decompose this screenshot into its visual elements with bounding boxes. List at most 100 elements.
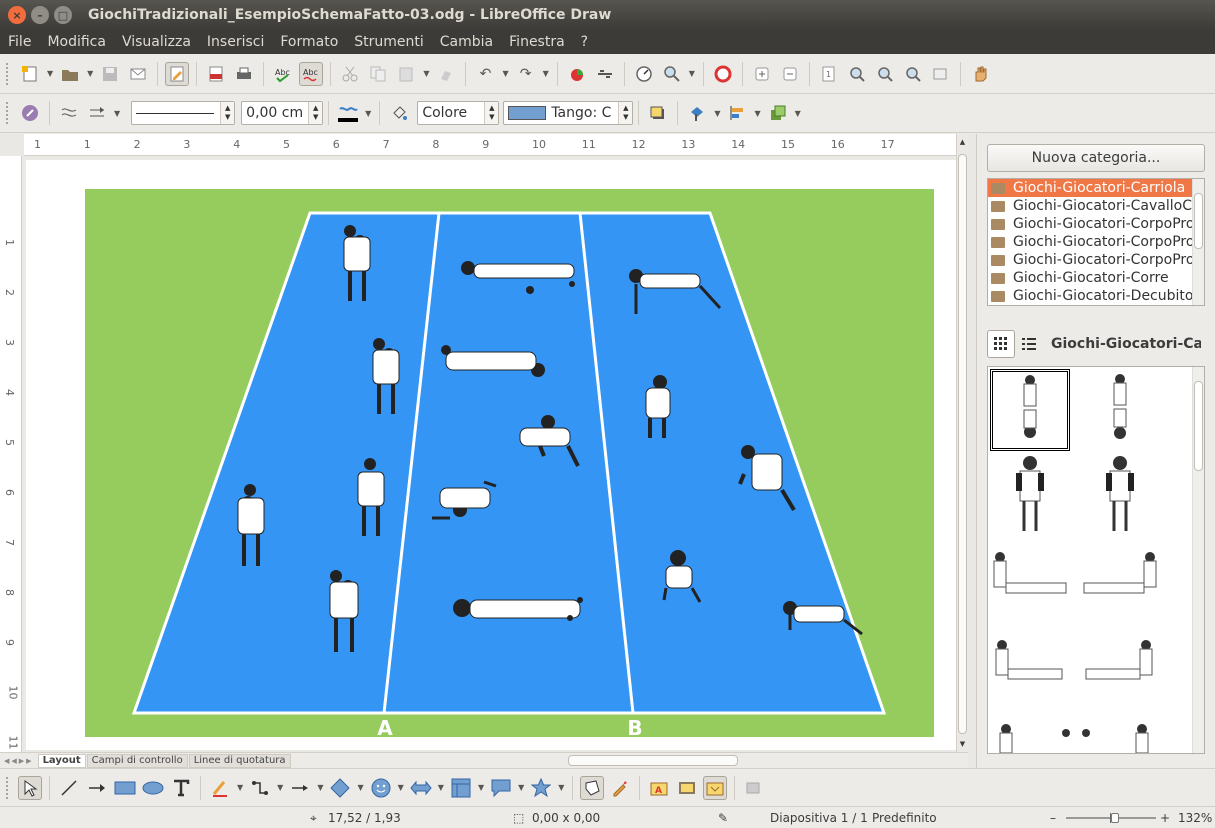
zoom-in-button[interactable]: + bbox=[1160, 811, 1170, 825]
zoom-out-icon[interactable] bbox=[778, 62, 802, 86]
transformations-icon[interactable] bbox=[685, 101, 709, 125]
gallery-item-wide[interactable] bbox=[990, 635, 1160, 717]
autospellcheck-icon[interactable]: Abc bbox=[299, 61, 324, 86]
gallery-item-wide[interactable] bbox=[990, 547, 1160, 629]
horizontal-scroll-thumb[interactable] bbox=[567, 754, 738, 766]
menu-formato[interactable]: Formato bbox=[272, 34, 346, 50]
edit-mode-icon[interactable] bbox=[165, 61, 190, 86]
tab-layout[interactable]: Layout bbox=[37, 753, 86, 768]
arrange-icon[interactable] bbox=[766, 101, 790, 125]
zoom-dropdown-arrow[interactable]: ▼ bbox=[689, 69, 695, 78]
document-modified-icon[interactable]: ✎ bbox=[718, 811, 728, 825]
drawing-canvas[interactable]: A B bbox=[24, 156, 956, 750]
menu-inserisci[interactable]: Inserisci bbox=[199, 34, 272, 50]
area-style-spinner[interactable]: ▲ ▼ bbox=[484, 102, 499, 124]
maximize-window-button[interactable]: □ bbox=[54, 6, 72, 24]
zoom-100-icon[interactable]: 1 bbox=[817, 62, 841, 86]
paste-dropdown-arrow[interactable]: ▼ bbox=[423, 69, 429, 78]
zoom-width-icon[interactable] bbox=[873, 62, 897, 86]
toggle-extrusion-icon[interactable] bbox=[703, 775, 728, 800]
extrusion-disabled-icon[interactable] bbox=[742, 776, 766, 800]
vertical-scrollbar[interactable]: ▲ ▼ bbox=[956, 134, 968, 754]
align-icon[interactable] bbox=[725, 101, 749, 125]
new-dropdown-arrow[interactable]: ▼ bbox=[47, 69, 53, 78]
category-item[interactable]: Giochi-Giocatori-DecubitoL bbox=[988, 287, 1204, 305]
category-item[interactable]: Giochi-Giocatori-CorpoPro bbox=[988, 233, 1204, 251]
gallery-item-selected[interactable] bbox=[990, 369, 1070, 451]
flowchart-dropdown[interactable]: ▼ bbox=[478, 783, 484, 792]
toolbar-grip[interactable] bbox=[6, 776, 10, 799]
line-tool-icon[interactable] bbox=[57, 776, 81, 800]
minimize-window-button[interactable]: – bbox=[31, 6, 49, 24]
flowchart-icon[interactable] bbox=[449, 776, 473, 800]
gallery-item[interactable] bbox=[990, 455, 1070, 537]
vertical-ruler[interactable]: 1 2 3 4 5 6 7 8 9 10 11 bbox=[0, 156, 22, 756]
arrow-style-icon[interactable] bbox=[85, 101, 109, 125]
undo-icon[interactable]: ↶ bbox=[473, 62, 497, 86]
court-drawing[interactable]: A B bbox=[26, 160, 956, 750]
open-dropdown-arrow[interactable]: ▼ bbox=[87, 69, 93, 78]
arrange-dropdown[interactable]: ▼ bbox=[795, 109, 801, 118]
menu-help[interactable]: ? bbox=[573, 34, 596, 50]
zoom-optimal-icon[interactable] bbox=[901, 62, 925, 86]
email-icon[interactable] bbox=[126, 62, 150, 86]
gallery-scrollbar[interactable] bbox=[1192, 367, 1204, 753]
horizontal-ruler[interactable]: 1 1 2 3 4 5 6 7 8 9 10 11 12 13 14 15 16 17 bbox=[24, 134, 968, 156]
text-tool-icon[interactable] bbox=[169, 776, 193, 800]
category-scroll-thumb[interactable] bbox=[1194, 193, 1203, 249]
line-color-dropdown[interactable]: ▼ bbox=[365, 109, 371, 118]
zoom-slider-knob[interactable] bbox=[1111, 813, 1120, 823]
line-width-spinner[interactable]: ▲ ▼ bbox=[308, 102, 323, 124]
chart-icon[interactable] bbox=[565, 62, 589, 86]
first-tab-arrow[interactable]: ◀ bbox=[4, 757, 9, 765]
basic-shapes-icon[interactable] bbox=[328, 776, 352, 800]
prev-tab-arrow[interactable]: ◀ bbox=[11, 757, 16, 765]
stars-icon[interactable] bbox=[529, 776, 553, 800]
close-window-button[interactable]: × bbox=[8, 6, 26, 24]
gallery-item[interactable] bbox=[1080, 369, 1160, 451]
area-style-select[interactable]: Colore ▲ ▼ bbox=[417, 101, 500, 125]
symbol-shapes-icon[interactable] bbox=[369, 776, 393, 800]
styles-icon[interactable] bbox=[18, 101, 42, 125]
area-color-select[interactable]: Tango: C ▲ ▼ bbox=[503, 101, 634, 125]
area-color-spinner[interactable]: ▲ ▼ bbox=[618, 102, 633, 124]
lines-arrows-dropdown[interactable]: ▼ bbox=[317, 783, 323, 792]
symbol-shapes-dropdown[interactable]: ▼ bbox=[398, 783, 404, 792]
zoom-out-button[interactable]: – bbox=[1050, 811, 1056, 825]
area-fill-icon[interactable] bbox=[387, 101, 411, 125]
help-icon[interactable] bbox=[711, 62, 735, 86]
line-width-field[interactable]: 0,00 cm ▲ ▼ bbox=[241, 101, 324, 125]
last-tab-arrow[interactable]: ▶ bbox=[26, 757, 31, 765]
category-list[interactable]: Giochi-Giocatori-Carriola Giochi-Giocato… bbox=[987, 178, 1205, 306]
icon-view-button[interactable] bbox=[987, 330, 1015, 358]
drawing-page[interactable]: A B bbox=[26, 160, 956, 750]
redo-dropdown-arrow[interactable]: ▼ bbox=[543, 69, 549, 78]
vertical-scroll-thumb[interactable] bbox=[958, 154, 967, 734]
new-category-button[interactable]: Nuova categoria... bbox=[987, 144, 1205, 172]
menu-visualizza[interactable]: Visualizza bbox=[114, 34, 199, 50]
scroll-down-arrow[interactable]: ▼ bbox=[958, 740, 967, 750]
menu-file[interactable]: File bbox=[0, 34, 39, 50]
insert-image-icon[interactable] bbox=[675, 776, 699, 800]
arrow-style-dropdown[interactable]: ▼ bbox=[114, 109, 120, 118]
line-icon[interactable] bbox=[57, 101, 81, 125]
zoom-object-icon[interactable] bbox=[929, 62, 953, 86]
clone-formatting-icon[interactable] bbox=[434, 62, 458, 86]
print-icon[interactable] bbox=[232, 62, 256, 86]
tab-campi-di-controllo[interactable]: Campi di controllo bbox=[86, 753, 188, 768]
line-style-select[interactable]: ▲ ▼ bbox=[131, 101, 236, 125]
callouts-dropdown[interactable]: ▼ bbox=[518, 783, 524, 792]
gallery-item-wide[interactable] bbox=[990, 717, 1160, 753]
save-icon[interactable] bbox=[98, 62, 122, 86]
zoom-page-icon[interactable] bbox=[845, 62, 869, 86]
connector-tool-icon[interactable] bbox=[248, 776, 272, 800]
select-pointer-icon[interactable] bbox=[18, 775, 42, 800]
copy-icon[interactable] bbox=[366, 62, 390, 86]
menu-finestra[interactable]: Finestra bbox=[501, 34, 573, 50]
block-arrows-icon[interactable] bbox=[409, 776, 433, 800]
tab-linee-di-quotatura[interactable]: Linee di quotatura bbox=[188, 753, 291, 768]
ellipse-tool-icon[interactable] bbox=[141, 776, 165, 800]
hyperlink-icon[interactable] bbox=[593, 62, 617, 86]
undo-dropdown-arrow[interactable]: ▼ bbox=[502, 69, 508, 78]
gallery-scroll-thumb[interactable] bbox=[1194, 381, 1203, 471]
